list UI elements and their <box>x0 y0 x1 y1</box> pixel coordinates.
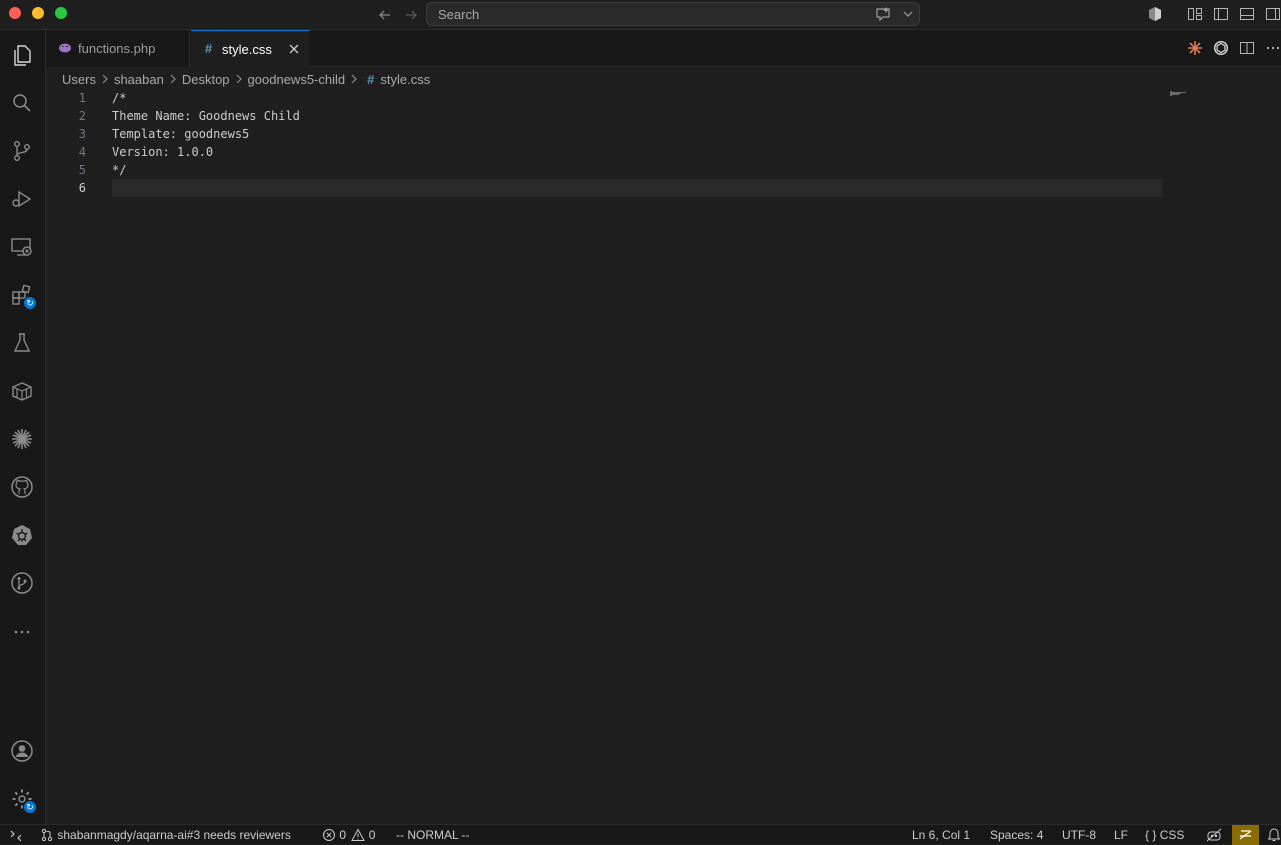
line-number: 4 <box>78 145 86 159</box>
claude-burst-icon[interactable] <box>10 427 34 451</box>
toggle-panel-icon[interactable] <box>1239 6 1255 22</box>
claude-code-icon[interactable] <box>1187 40 1203 56</box>
code-line[interactable]: /* <box>112 89 126 107</box>
tab-functions-php[interactable]: functions.php <box>46 30 190 67</box>
status-bar: shabanmagdy/aqarna-ai#3 needs reviewers … <box>0 824 1281 845</box>
tab-style-css[interactable]: # style.css <box>191 30 310 67</box>
cursor-position[interactable]: Ln 6, Col 1 <box>912 827 970 843</box>
php-icon <box>59 43 71 53</box>
close-icon[interactable] <box>287 42 301 56</box>
copilot-icon[interactable] <box>1206 827 1222 843</box>
code-line[interactable]: Theme Name: Goodnews Child <box>112 107 300 125</box>
pull-request-text: shabanmagdy/aqarna-ai#3 needs reviewers <box>57 828 291 842</box>
minimap[interactable] <box>1170 91 1200 97</box>
notifications-bell-icon[interactable] <box>1268 827 1280 843</box>
chevron-right-icon <box>170 74 176 84</box>
encoding[interactable]: UTF-8 <box>1062 827 1096 843</box>
breadcrumb: Users shaaban Desktop goodnews5-child # … <box>62 70 430 88</box>
activity-bar: ↻ ↻ <box>0 30 46 824</box>
breadcrumb-item-folder[interactable]: goodnews5-child <box>248 72 346 87</box>
line-number: 6 <box>78 181 86 195</box>
line-number: 2 <box>78 109 86 123</box>
more-actions-icon[interactable] <box>1265 40 1281 56</box>
remote-explorer-icon[interactable] <box>10 235 34 259</box>
testing-beaker-icon[interactable] <box>10 331 34 355</box>
pull-request-icon <box>41 828 53 842</box>
current-line-highlight <box>112 179 1162 197</box>
editor-tab-bar: functions.php # style.css <box>46 30 1281 67</box>
kubernetes-icon[interactable] <box>10 523 34 547</box>
toggle-secondary-sidebar-icon[interactable] <box>1265 6 1281 22</box>
language-mode[interactable]: { } CSS <box>1145 827 1184 843</box>
line-number: 1 <box>78 91 86 105</box>
breadcrumb-item-users[interactable]: Users <box>62 72 96 87</box>
warning-icon <box>351 828 366 841</box>
title-bar: Search <box>0 0 1281 30</box>
window-minimize-button[interactable] <box>32 7 44 19</box>
search-icon[interactable] <box>10 91 34 115</box>
pull-request-status[interactable]: shabanmagdy/aqarna-ai#3 needs reviewers <box>40 827 291 843</box>
git-graph-icon[interactable] <box>10 571 34 595</box>
toggle-primary-sidebar-icon[interactable] <box>1213 6 1229 22</box>
extensions-icon[interactable]: ↻ <box>10 283 37 310</box>
end-of-line[interactable]: LF <box>1114 827 1128 843</box>
breadcrumb-item-shaaban[interactable]: shaaban <box>114 72 164 87</box>
explorer-icon[interactable] <box>10 43 34 67</box>
chevron-down-icon[interactable] <box>901 7 915 21</box>
code-line[interactable]: Version: 1.0.0 <box>112 143 213 161</box>
braces-icon: { } <box>1145 828 1157 842</box>
split-editor-icon[interactable] <box>1239 40 1255 56</box>
settings-gear-icon[interactable]: ↻ <box>10 787 37 814</box>
extension-shield-icon[interactable] <box>1147 6 1163 22</box>
window-maximize-button[interactable] <box>55 7 67 19</box>
code-editor[interactable]: 1 2 3 4 5 6 /* Theme Name: Goodnews Chil… <box>46 89 1281 824</box>
customize-layout-icon[interactable] <box>1187 6 1203 22</box>
error-count: 0 <box>339 828 347 842</box>
vim-mode: -- NORMAL -- <box>396 828 470 842</box>
sync-badge-icon: ↻ <box>23 800 37 814</box>
copilot-chat-icon[interactable] <box>875 6 891 22</box>
remote-indicator-icon[interactable] <box>9 827 23 843</box>
tab-label: functions.php <box>78 41 156 56</box>
problems-indicator[interactable]: 0 0 <box>322 827 375 843</box>
containers-icon[interactable] <box>10 379 34 403</box>
code-line[interactable]: */ <box>112 161 126 179</box>
accounts-icon[interactable] <box>10 739 34 763</box>
language-label: CSS <box>1159 828 1185 842</box>
forward-arrow-icon[interactable] <box>401 5 421 25</box>
window-close-button[interactable] <box>9 7 21 19</box>
search-placeholder: Search <box>438 7 480 22</box>
chevron-right-icon <box>351 74 357 84</box>
breadcrumb-item-file[interactable]: style.css <box>380 72 430 87</box>
no-sync-indicator[interactable] <box>1232 825 1259 845</box>
more-views-icon[interactable] <box>10 619 34 643</box>
indentation[interactable]: Spaces: 4 <box>990 827 1043 843</box>
line-number: 5 <box>78 163 86 177</box>
warning-count: 0 <box>368 828 376 842</box>
command-center-search[interactable]: Search <box>426 2 920 26</box>
line-number: 3 <box>78 127 86 141</box>
openai-icon[interactable] <box>1213 40 1229 56</box>
sync-off-icon <box>1239 830 1252 840</box>
tab-label: style.css <box>222 42 272 57</box>
chevron-right-icon <box>102 74 108 84</box>
error-icon <box>323 829 335 841</box>
github-icon[interactable] <box>10 475 34 499</box>
back-arrow-icon[interactable] <box>375 5 395 25</box>
source-control-icon[interactable] <box>10 139 34 163</box>
sync-badge-icon: ↻ <box>23 296 37 310</box>
css-hash-icon: # <box>205 41 213 56</box>
code-line[interactable]: Template: goodnews5 <box>112 125 249 143</box>
css-hash-icon: # <box>367 71 375 87</box>
breadcrumb-item-desktop[interactable]: Desktop <box>182 72 230 87</box>
run-debug-icon[interactable] <box>10 187 34 211</box>
chevron-right-icon <box>236 74 242 84</box>
